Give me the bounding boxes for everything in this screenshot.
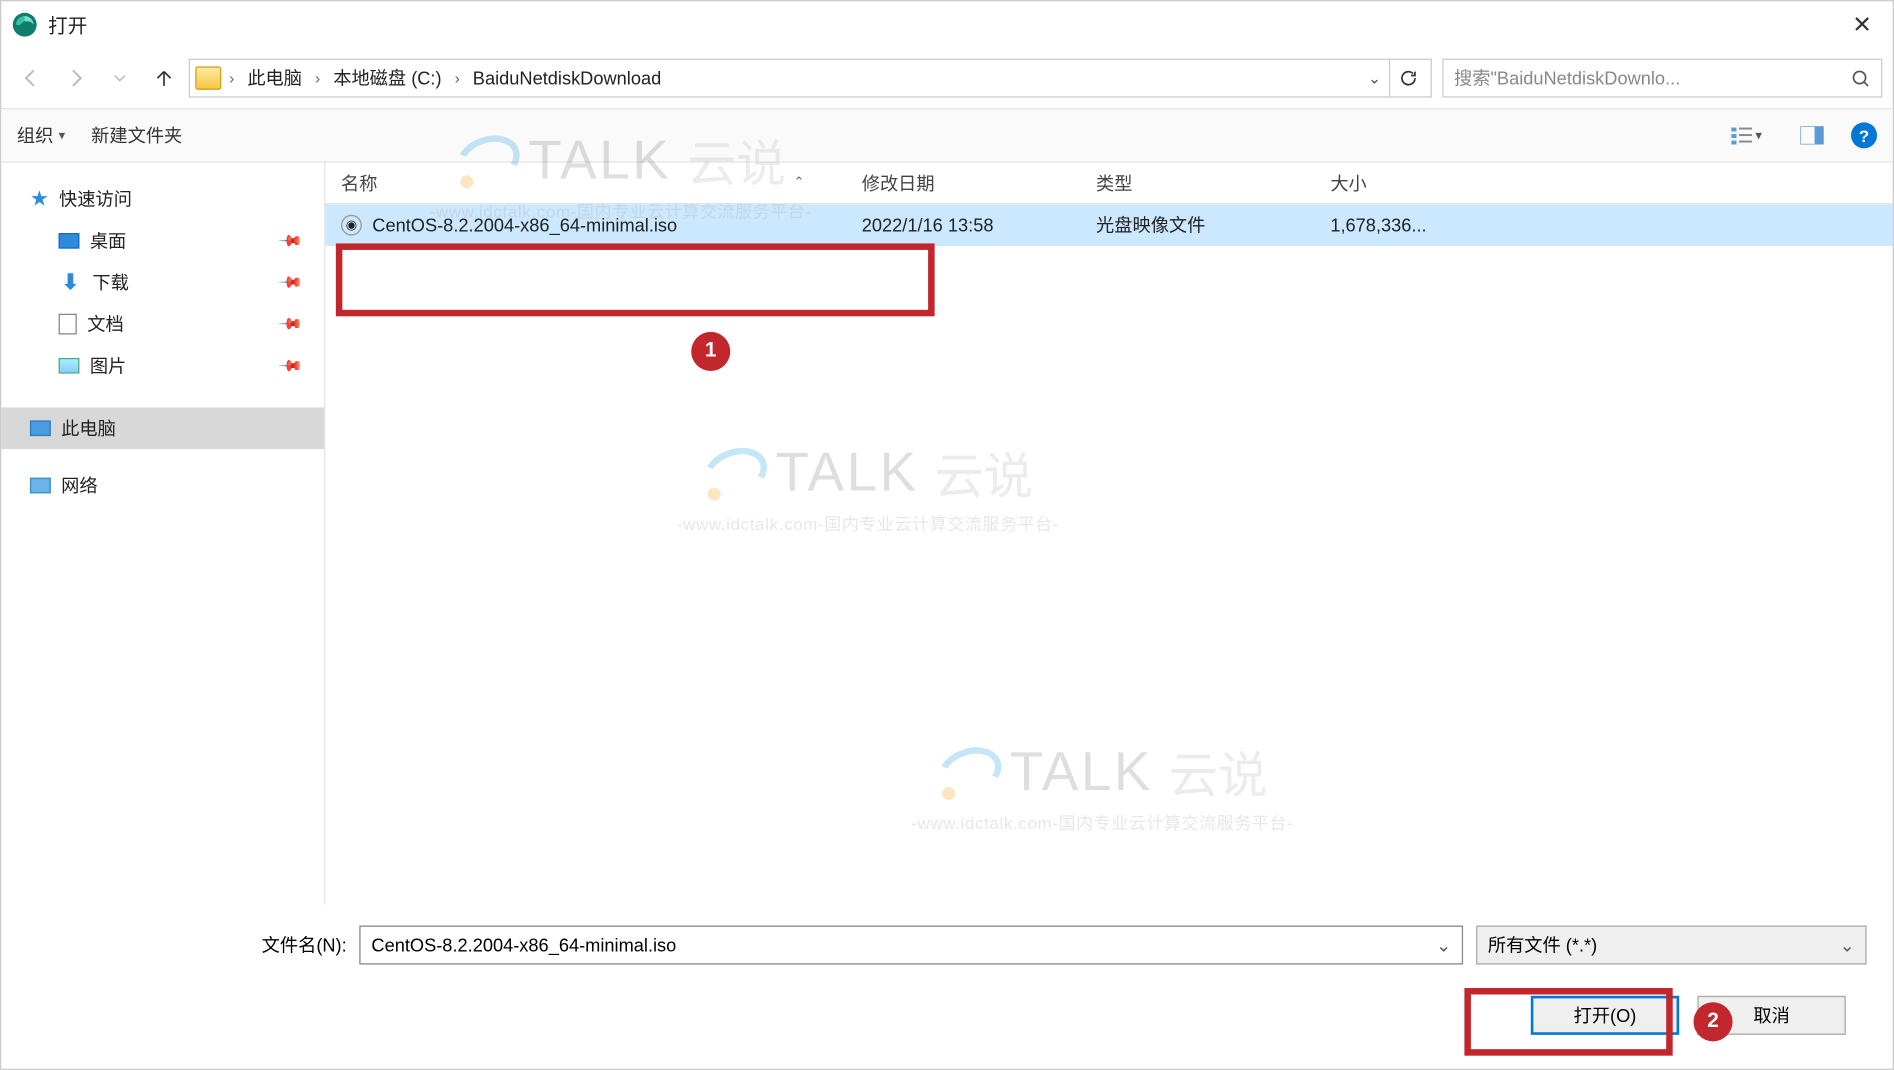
- new-folder-button[interactable]: 新建文件夹: [91, 122, 182, 148]
- breadcrumb-item[interactable]: 此电脑: [242, 62, 307, 93]
- sidebar-this-pc[interactable]: 此电脑: [1, 407, 324, 449]
- sidebar-pictures[interactable]: 图片 📌: [1, 345, 324, 387]
- column-date[interactable]: 修改日期: [846, 170, 1080, 196]
- forward-button[interactable]: [56, 59, 95, 98]
- column-name[interactable]: 名称 ⌃: [325, 170, 846, 196]
- sort-arrow-icon: ⌃: [794, 176, 805, 190]
- preview-pane-button[interactable]: [1786, 118, 1838, 152]
- sidebar-network[interactable]: 网络: [1, 465, 324, 507]
- search-placeholder: 搜索"BaiduNetdiskDownlo...: [1454, 65, 1680, 91]
- refresh-button[interactable]: [1389, 60, 1425, 96]
- address-dropdown[interactable]: ⌄: [1363, 64, 1387, 93]
- help-button[interactable]: ?: [1851, 122, 1877, 148]
- pictures-icon: [59, 358, 80, 374]
- breadcrumb-item[interactable]: BaiduNetdiskDownload: [468, 65, 667, 91]
- cancel-button[interactable]: 取消: [1697, 996, 1845, 1035]
- breadcrumb-item[interactable]: 本地磁盘 (C:): [328, 62, 447, 93]
- organize-menu[interactable]: 组织 ▾: [17, 122, 65, 148]
- sidebar-desktop[interactable]: 桌面 📌: [1, 220, 324, 262]
- toolbar: 组织 ▾ 新建文件夹 ▾ ?: [1, 108, 1892, 163]
- watermark: TALK云说 -www.idctalk.com-国内专业云计算交流服务平台-: [677, 436, 1059, 535]
- dialog-title: 打开: [48, 11, 87, 38]
- bottom-panel: 文件名(N): CentOS-8.2.2004-x86_64-minimal.i…: [1, 905, 1892, 1056]
- download-icon: ⬇: [59, 272, 82, 293]
- view-mode-button[interactable]: ▾: [1721, 118, 1773, 152]
- search-input[interactable]: 搜索"BaiduNetdiskDownlo...: [1442, 59, 1882, 98]
- file-list: 名称 ⌃ 修改日期 类型 大小 ◉ CentOS-8.2.2004-x86_64…: [324, 163, 1893, 905]
- watermark: TALK云说 -www.idctalk.com-国内专业云计算交流服务平台-: [911, 735, 1293, 834]
- folder-icon: [195, 66, 221, 89]
- document-icon: [59, 314, 77, 335]
- disc-icon: ◉: [341, 215, 362, 236]
- network-icon: [30, 478, 51, 494]
- filetype-select[interactable]: 所有文件 (*.*) ⌄: [1476, 926, 1867, 965]
- pin-icon: 📌: [278, 352, 305, 379]
- close-button[interactable]: ✕: [1842, 11, 1882, 38]
- pin-icon: 📌: [278, 311, 305, 338]
- star-icon: ★: [30, 186, 49, 212]
- search-icon: [1851, 68, 1871, 88]
- desktop-icon: [59, 233, 80, 249]
- file-type: 光盘映像文件: [1080, 212, 1314, 238]
- file-size: 1,678,336...: [1315, 215, 1484, 236]
- file-list-header: 名称 ⌃ 修改日期 类型 大小: [325, 163, 1892, 205]
- chevron-right-icon: ›: [315, 69, 320, 87]
- titlebar: 打开 ✕: [1, 1, 1892, 48]
- sidebar-documents[interactable]: 文档 📌: [1, 303, 324, 345]
- back-button[interactable]: [12, 59, 51, 98]
- filename-input[interactable]: CentOS-8.2.2004-x86_64-minimal.iso ⌄: [360, 926, 1463, 965]
- filename-label: 文件名(N):: [262, 932, 347, 958]
- edge-browser-icon: [12, 12, 38, 38]
- main-area: ★ 快速访问 桌面 📌 ⬇ 下载 📌 文档 📌: [1, 163, 1892, 905]
- navigation-bar: › 此电脑 › 本地磁盘 (C:) › BaiduNetdiskDownload…: [1, 48, 1892, 108]
- pin-icon: 📌: [278, 269, 305, 296]
- sidebar: ★ 快速访问 桌面 📌 ⬇ 下载 📌 文档 📌: [1, 163, 324, 905]
- file-date: 2022/1/16 13:58: [846, 215, 1080, 236]
- sidebar-quick-access[interactable]: ★ 快速访问: [1, 178, 324, 220]
- column-size[interactable]: 大小: [1315, 170, 1484, 196]
- chevron-down-icon: ▾: [1755, 128, 1762, 142]
- chevron-down-icon[interactable]: ⌄: [1436, 934, 1451, 956]
- up-button[interactable]: [144, 59, 183, 98]
- chevron-down-icon: ▾: [59, 128, 66, 142]
- chevron-right-icon: ›: [455, 69, 460, 87]
- address-bar[interactable]: › 此电脑 › 本地磁盘 (C:) › BaiduNetdiskDownload…: [189, 59, 1432, 98]
- sidebar-downloads[interactable]: ⬇ 下载 📌: [1, 262, 324, 304]
- chevron-right-icon: ›: [229, 69, 234, 87]
- pc-icon: [30, 420, 51, 436]
- open-button[interactable]: 打开(O): [1531, 996, 1679, 1035]
- column-type[interactable]: 类型: [1080, 170, 1314, 196]
- recent-dropdown[interactable]: [100, 59, 139, 98]
- chevron-down-icon: ⌄: [1840, 934, 1855, 956]
- file-name: CentOS-8.2.2004-x86_64-minimal.iso: [372, 215, 677, 236]
- pin-icon: 📌: [278, 227, 305, 254]
- file-row[interactable]: ◉ CentOS-8.2.2004-x86_64-minimal.iso 202…: [325, 204, 1892, 246]
